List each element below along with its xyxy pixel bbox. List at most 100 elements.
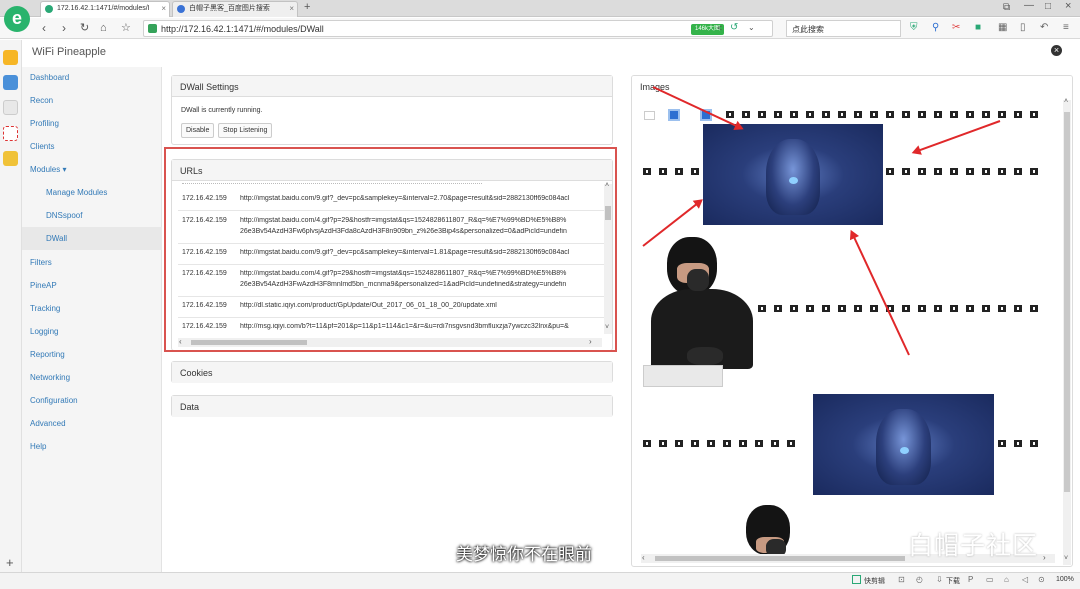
star-app-icon[interactable] — [3, 50, 18, 65]
captured-image — [703, 124, 883, 225]
scroll-thumb[interactable] — [1064, 112, 1070, 492]
status-icon[interactable]: P — [968, 575, 973, 584]
phone-icon[interactable]: ▯ — [1020, 22, 1026, 34]
disable-button[interactable]: Disable — [181, 123, 215, 138]
shield-icon[interactable]: ⛨ — [910, 22, 918, 34]
sidebar-item-logging[interactable]: Logging — [30, 327, 58, 336]
search-input[interactable]: 点此搜索 — [786, 20, 901, 37]
tab-close-icon[interactable]: × — [289, 2, 294, 16]
calendar-app-icon[interactable] — [3, 75, 18, 90]
scroll-up-icon[interactable]: ˄ — [1064, 98, 1068, 105]
broken-image-icon — [644, 111, 655, 120]
url-text: http://172.16.42.1:1471/#/modules/DWall — [161, 24, 324, 34]
grid-icon[interactable]: ▦ — [998, 22, 1007, 34]
broken-image-icon — [806, 111, 814, 118]
window-restore-icon[interactable]: ⧉ — [1003, 2, 1010, 13]
tab-favicon-icon — [45, 5, 53, 13]
window-maximize-icon[interactable]: □ — [1045, 1, 1051, 12]
sidebar-item-networking[interactable]: Networking — [30, 373, 70, 382]
wechat-icon — [872, 530, 902, 554]
broken-image-icon — [675, 168, 683, 175]
broken-image-icon — [982, 111, 990, 118]
sidebar-item-pineap[interactable]: PineAP — [30, 281, 57, 290]
add-app-button[interactable]: + — [6, 555, 14, 570]
sidebar-item-clients[interactable]: Clients — [30, 142, 54, 151]
sidebar-item-manage-modules[interactable]: Manage Modules — [46, 188, 107, 197]
sidebar-item-dwall[interactable]: DWall — [46, 234, 67, 243]
sidebar-item-tracking[interactable]: Tracking — [30, 304, 60, 313]
broken-image-icon — [774, 305, 782, 312]
sidebar-item-modules[interactable]: Modules ▾ — [30, 165, 66, 174]
broken-image-icon — [998, 305, 1006, 312]
status-icon[interactable]: ▭ — [986, 575, 994, 584]
broken-image-icon — [1014, 111, 1022, 118]
share-icon[interactable]: < — [717, 23, 722, 33]
menu-icon[interactable]: ≡ — [1063, 22, 1069, 34]
extension-icon[interactable]: ■ — [975, 22, 981, 34]
weibo-app-icon[interactable] — [3, 100, 18, 115]
undo-icon[interactable]: ↶ — [1040, 22, 1048, 34]
sidebar-item-reporting[interactable]: Reporting — [30, 350, 65, 359]
broken-image-icon — [918, 111, 926, 118]
close-app-button[interactable]: × — [1051, 45, 1062, 56]
download-label[interactable]: 下载 — [946, 576, 960, 586]
status-icon[interactable]: ⊡ — [898, 575, 905, 584]
watermark-text: 白帽子社区 — [908, 532, 1039, 560]
captured-image — [641, 233, 753, 393]
broken-image-icon — [755, 440, 763, 447]
search-icon[interactable]: ⚲ — [932, 22, 939, 34]
cookies-panel[interactable]: Cookies — [171, 361, 613, 383]
quick-clip-icon[interactable] — [852, 575, 861, 584]
sidebar-item-profiling[interactable]: Profiling — [30, 119, 59, 128]
favorite-star-icon[interactable]: ☆ — [121, 21, 131, 35]
download-icon[interactable]: ⇩ — [936, 575, 943, 584]
zoom-level[interactable]: 100% — [1056, 576, 1074, 583]
browser-tab-active[interactable]: 172.16.42.1:1471/#/modules/I × — [40, 1, 170, 17]
panel-title: Images — [632, 76, 1072, 97]
reload-icon[interactable]: ↻ — [80, 21, 89, 35]
sidebar-item-filters[interactable]: Filters — [30, 258, 52, 267]
scroll-down-icon[interactable]: ˅ — [1064, 555, 1068, 562]
url-input[interactable]: http://172.16.42.1:1471/#/modules/DWall … — [143, 20, 773, 37]
broken-image-icon — [998, 168, 1006, 175]
vertical-scrollbar[interactable]: ˄ ˅ — [1063, 98, 1071, 565]
window-minimize-icon[interactable]: — — [1024, 0, 1034, 11]
panel-title: Data — [172, 396, 612, 417]
sidebar-item-dashboard[interactable]: Dashboard — [30, 73, 69, 82]
sidebar-item-dnsspoof[interactable]: DNSspoof — [46, 211, 82, 220]
sidebar-item-recon[interactable]: Recon — [30, 96, 53, 105]
broken-image-icon — [998, 111, 1006, 118]
scissors-icon[interactable]: ✂ — [952, 22, 960, 34]
browser-logo-icon[interactable]: e — [4, 6, 30, 32]
notes-app-icon[interactable] — [3, 151, 18, 166]
data-panel[interactable]: Data — [171, 395, 613, 417]
volume-icon[interactable]: ◁ — [1022, 575, 1028, 584]
back-icon[interactable]: ‹ — [42, 21, 46, 35]
home-icon[interactable]: ⌂ — [100, 21, 107, 35]
sidebar-item-help[interactable]: Help — [30, 442, 46, 451]
browser-tab[interactable]: 白帽子黑客_百度图片搜索 × — [172, 1, 298, 17]
target-app-icon[interactable] — [3, 126, 18, 141]
broken-image-icon — [838, 305, 846, 312]
scroll-left-icon[interactable]: ‹ — [642, 553, 645, 562]
broken-image-icon — [790, 305, 798, 312]
refresh-green-icon[interactable]: ↺ — [730, 22, 738, 33]
tab-close-icon[interactable]: × — [161, 2, 166, 16]
status-icon[interactable]: ⌂ — [1004, 575, 1009, 584]
broken-image-icon — [950, 168, 958, 175]
quick-clip-label[interactable]: 快剪辑 — [864, 576, 885, 586]
forward-icon[interactable]: › — [62, 21, 66, 35]
sidebar-item-advanced[interactable]: Advanced — [30, 419, 66, 428]
scroll-right-icon[interactable]: › — [1043, 553, 1046, 562]
status-icon[interactable]: ◴ — [916, 575, 923, 584]
sidebar-item-configuration[interactable]: Configuration — [30, 396, 78, 405]
broken-image-icon — [668, 109, 680, 121]
window-close-icon[interactable]: × — [1065, 0, 1071, 12]
new-tab-button[interactable]: + — [304, 1, 310, 13]
scroll-thumb[interactable] — [655, 556, 905, 561]
status-icon[interactable]: ⊙ — [1038, 575, 1045, 584]
dropdown-icon[interactable]: ⌄ — [748, 23, 755, 32]
stop-listening-button[interactable]: Stop Listening — [218, 123, 273, 138]
video-subtitle: 美梦惊你不在眼前 — [456, 545, 592, 564]
broken-image-icon — [691, 440, 699, 447]
